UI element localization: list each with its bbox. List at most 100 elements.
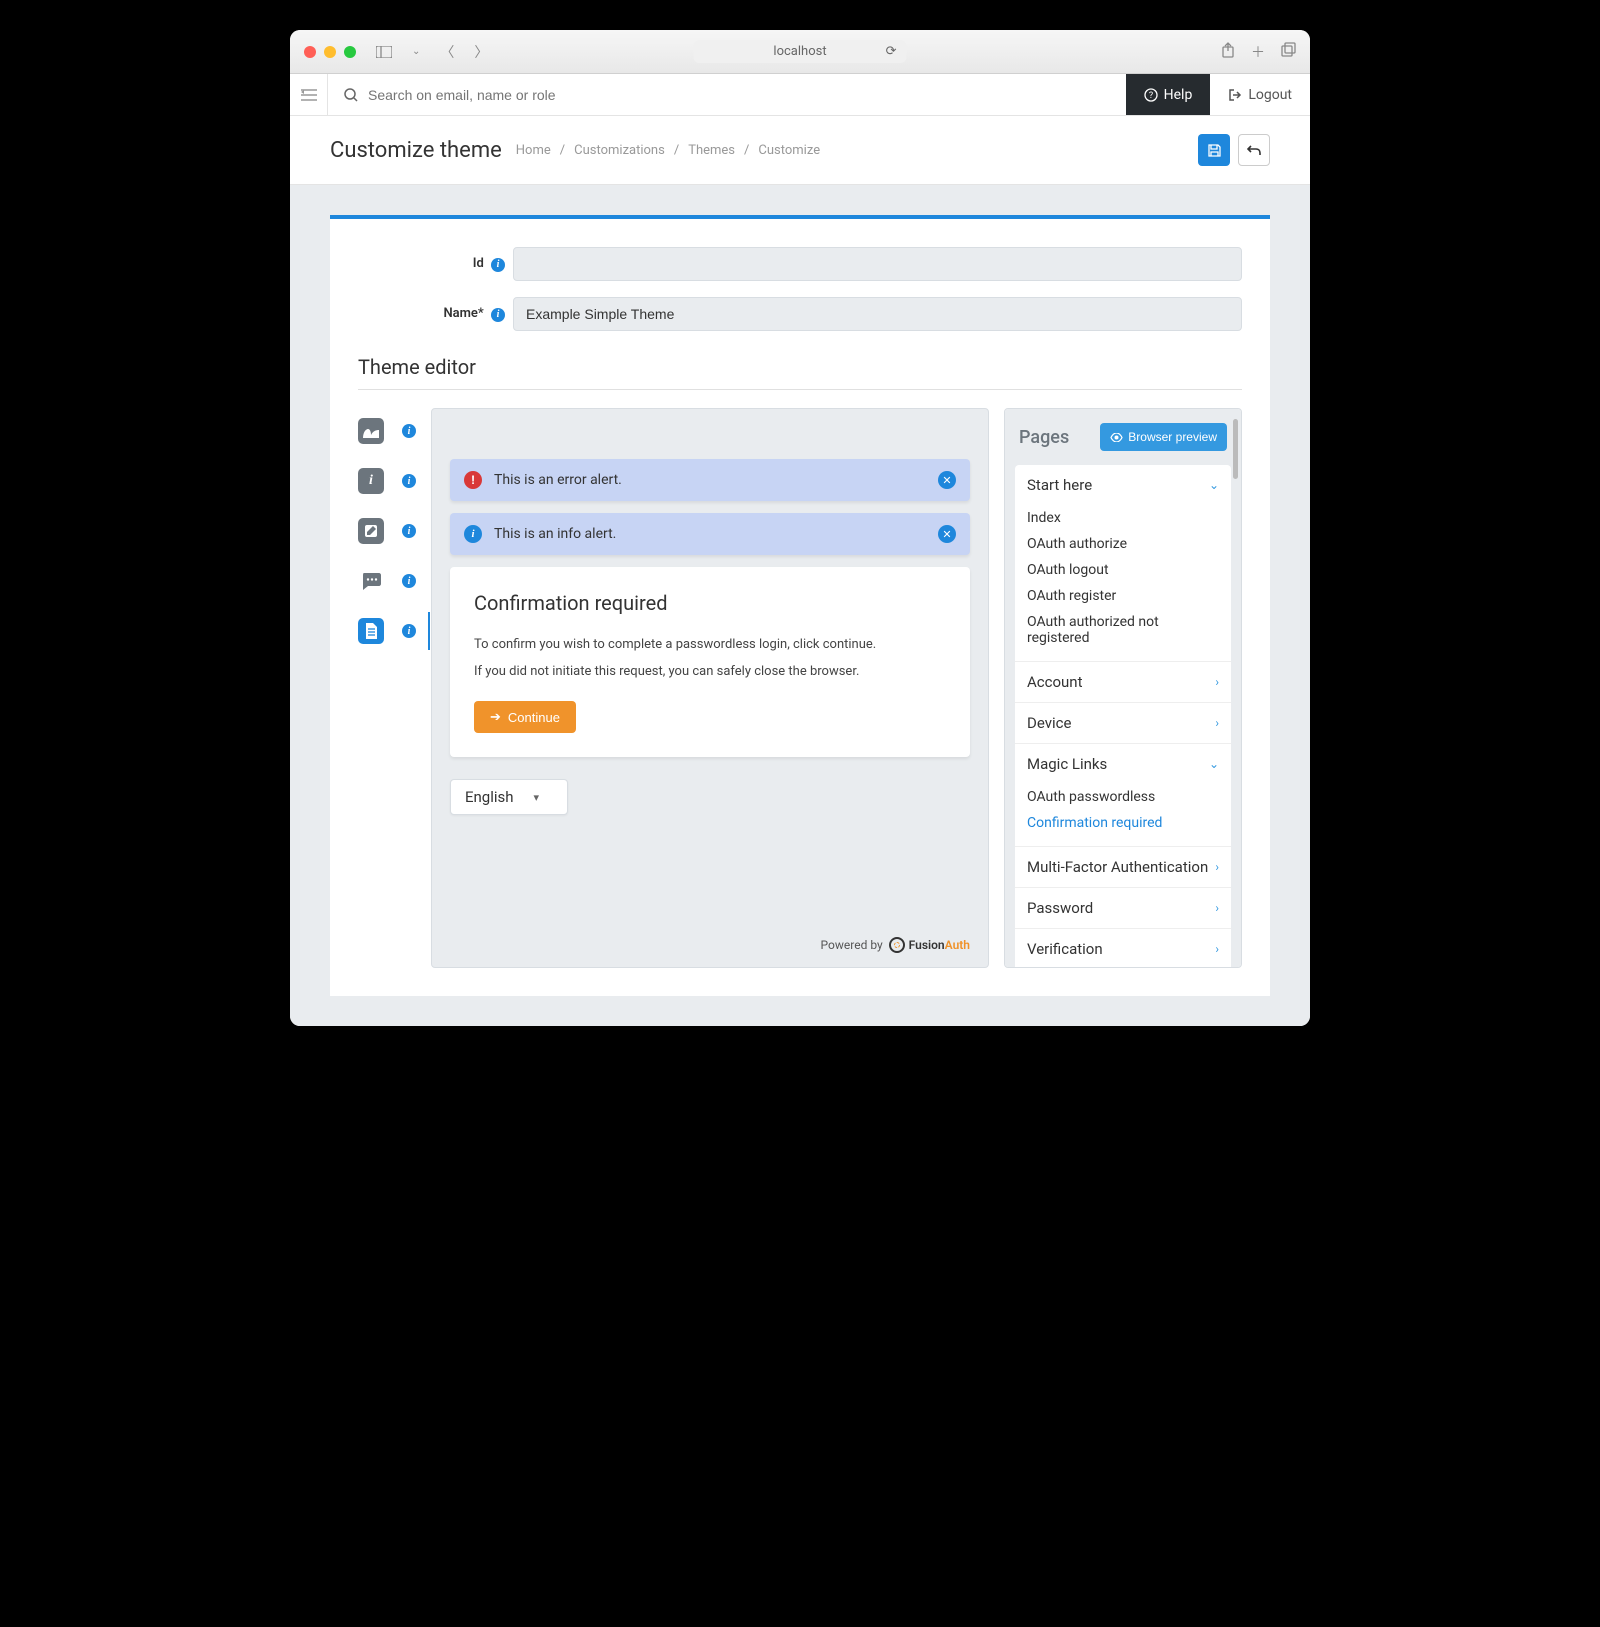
browser-preview-button[interactable]: Browser preview (1100, 423, 1227, 451)
page-group: Multi-Factor Authentication› (1015, 847, 1231, 888)
breadcrumb-link[interactable]: Home (516, 143, 551, 158)
pages-header: Pages Browser preview (1015, 423, 1231, 451)
page-item[interactable]: OAuth authorize (1027, 531, 1219, 557)
minimize-window-icon[interactable] (324, 46, 336, 58)
back-icon[interactable]: 〈 (440, 42, 454, 62)
breadcrumb: Home/Customizations/Themes/Customize (516, 143, 820, 158)
page-group-header[interactable]: Magic Links⌄ (1015, 744, 1231, 784)
tab-messages[interactable]: i (358, 568, 416, 594)
info-icon[interactable]: i (491, 258, 505, 272)
tab-info[interactable]: i i (358, 468, 416, 494)
id-input[interactable] (513, 247, 1242, 281)
page-group: Device› (1015, 703, 1231, 744)
chevron-right-icon: › (1215, 716, 1219, 730)
page-item[interactable]: OAuth register (1027, 583, 1219, 609)
tab-pages[interactable]: i (358, 618, 416, 644)
arrow-right-icon: ➔ (490, 709, 501, 725)
chevron-right-icon: › (1215, 675, 1219, 689)
page-group-label: Password (1027, 899, 1093, 917)
error-text: This is an error alert. (494, 472, 622, 488)
sidebar-toggle-icon[interactable] (376, 46, 392, 58)
chevron-right-icon: › (1215, 942, 1219, 956)
fusionauth-logo: FusionAuth (889, 937, 970, 953)
page-item[interactable]: OAuth authorized not registered (1027, 609, 1219, 651)
page-group-header[interactable]: Device› (1015, 703, 1231, 743)
pages-list: Start here⌄IndexOAuth authorizeOAuth log… (1015, 465, 1231, 968)
fusionauth-mark-icon (889, 937, 905, 953)
chevron-down-icon: ▾ (534, 791, 540, 804)
name-input[interactable] (513, 297, 1242, 331)
close-icon[interactable]: ✕ (938, 471, 956, 489)
back-button[interactable] (1238, 134, 1270, 166)
breadcrumb-link[interactable]: Customize (758, 143, 820, 158)
continue-button[interactable]: ➔ Continue (474, 701, 576, 733)
close-icon[interactable]: ✕ (938, 525, 956, 543)
help-button[interactable]: ? Help (1126, 74, 1211, 115)
tabs-icon[interactable] (1281, 42, 1296, 62)
page-group-header[interactable]: Verification› (1015, 929, 1231, 968)
preview-label: Browser preview (1128, 430, 1217, 444)
breadcrumb-link[interactable]: Customizations (574, 143, 665, 158)
info-icon[interactable]: i (402, 424, 416, 438)
page-group: Password› (1015, 888, 1231, 929)
page-group-label: Magic Links (1027, 755, 1107, 773)
address-bar[interactable]: localhost ⟳ (693, 40, 906, 63)
chevron-down-icon[interactable]: ⌄ (412, 46, 420, 57)
language-select[interactable]: English ▾ (450, 779, 568, 815)
logout-button[interactable]: Logout (1210, 74, 1310, 115)
page-item[interactable]: Confirmation required (1027, 810, 1219, 836)
divider (358, 389, 1242, 390)
page-item[interactable]: OAuth passwordless (1027, 784, 1219, 810)
info-alert: i This is an info alert. ✕ (450, 513, 970, 555)
page-group-label: Account (1027, 673, 1083, 691)
reload-icon[interactable]: ⟳ (886, 44, 897, 59)
search-icon[interactable] (344, 88, 358, 102)
language-value: English (465, 788, 514, 806)
close-window-icon[interactable] (304, 46, 316, 58)
editor-row: i i i i i i (358, 408, 1242, 968)
error-alert: ! This is an error alert. ✕ (450, 459, 970, 501)
maximize-window-icon[interactable] (344, 46, 356, 58)
id-row: Id i (358, 247, 1242, 281)
page-group-header[interactable]: Start here⌄ (1015, 465, 1231, 505)
breadcrumb-link[interactable]: Themes (688, 143, 735, 158)
confirmation-card: Confirmation required To confirm you wis… (450, 567, 970, 757)
pages-column: Pages Browser preview Start here⌄IndexOA… (1004, 408, 1242, 968)
info-icon[interactable]: i (402, 474, 416, 488)
page-item[interactable]: OAuth logout (1027, 557, 1219, 583)
info-text: This is an info alert. (494, 526, 616, 542)
page-header: Customize theme Home/Customizations/Them… (290, 116, 1310, 185)
share-icon[interactable] (1221, 42, 1235, 62)
preview-column: ! This is an error alert. ✕ i This is an… (431, 408, 989, 968)
info-icon[interactable]: i (402, 574, 416, 588)
page-group: Verification› (1015, 929, 1231, 968)
search-input[interactable] (368, 87, 668, 103)
forward-icon[interactable]: 〉 (474, 42, 488, 62)
tab-images[interactable]: i (358, 418, 416, 444)
save-button[interactable] (1198, 134, 1230, 166)
page-group-header[interactable]: Multi-Factor Authentication› (1015, 847, 1231, 887)
menu-toggle-icon[interactable] (290, 74, 328, 115)
pages-title: Pages (1019, 427, 1069, 448)
page-group: Account › (1015, 662, 1231, 703)
name-row: Name* i (358, 297, 1242, 331)
tab-edit[interactable]: i (358, 518, 416, 544)
scrollbar-thumb[interactable] (1233, 419, 1238, 479)
page-group-label: Start here (1027, 476, 1092, 494)
plus-icon[interactable]: ＋ (1251, 42, 1265, 62)
id-label: Id i (358, 256, 513, 272)
card-text-2: If you did not initiate this request, yo… (474, 664, 946, 679)
info-icon[interactable]: i (402, 524, 416, 538)
page-group-header[interactable]: Password› (1015, 888, 1231, 928)
page-group: Magic Links⌄OAuth passwordlessConfirmati… (1015, 744, 1231, 847)
page-group-items: OAuth passwordlessConfirmation required (1015, 784, 1231, 846)
info-icon[interactable]: i (491, 308, 505, 322)
name-label: Name* i (358, 306, 513, 322)
info-icon[interactable]: i (402, 624, 416, 638)
page-item[interactable]: Index (1027, 505, 1219, 531)
chevron-right-icon: › (1215, 860, 1219, 874)
eye-icon (1110, 433, 1123, 442)
scrollbar-track (1233, 419, 1238, 957)
info-alert-icon: i (464, 525, 482, 543)
page-group-header[interactable]: Account › (1015, 662, 1231, 702)
